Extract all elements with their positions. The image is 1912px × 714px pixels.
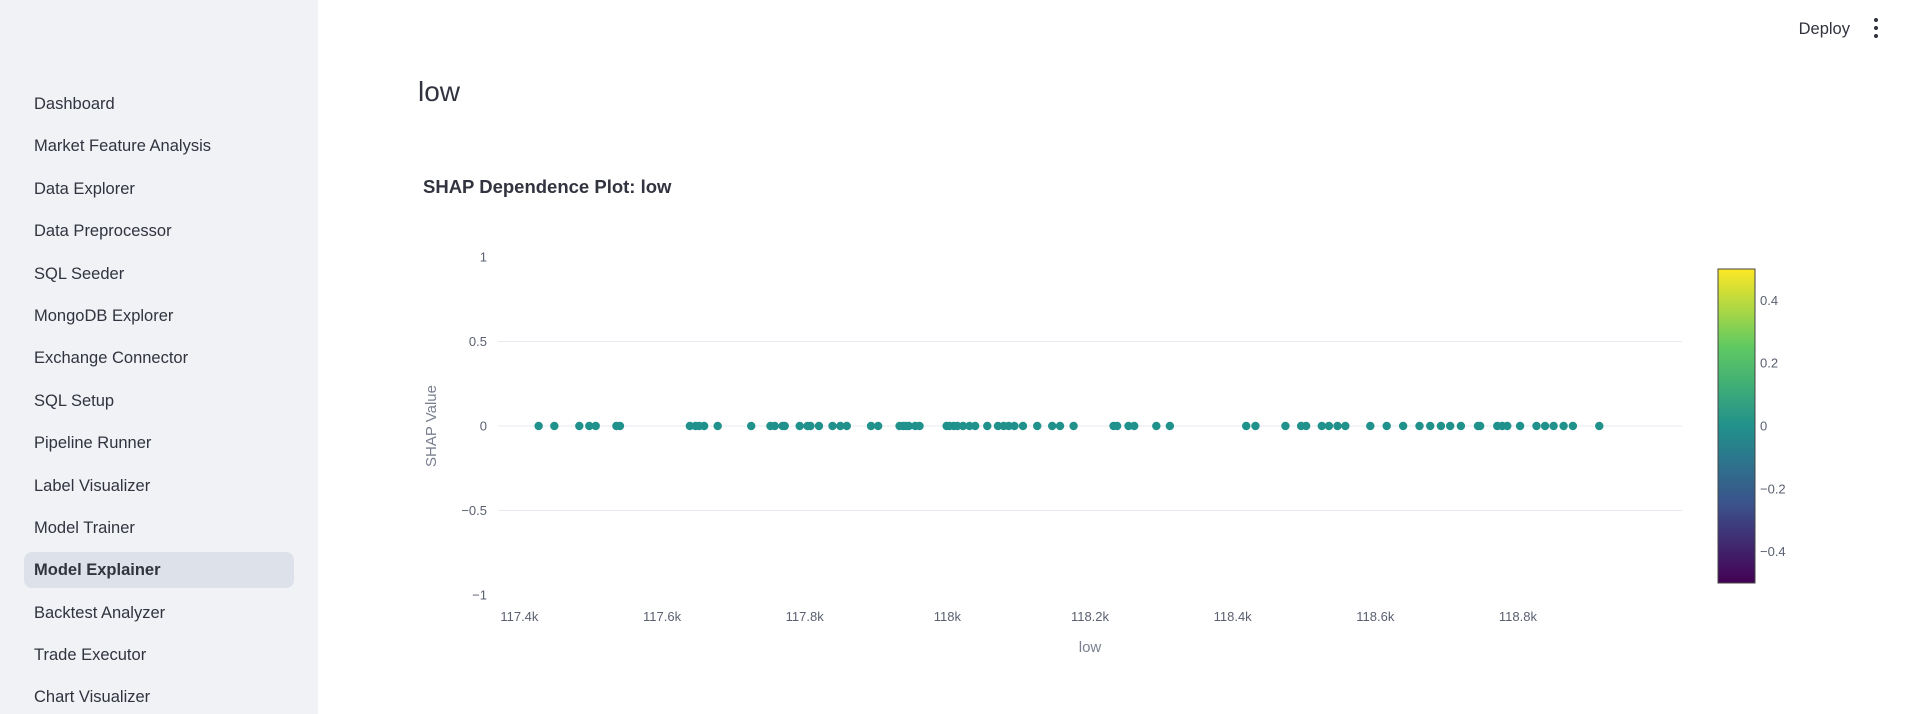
y-tick-label: 0 xyxy=(480,419,487,434)
colorbar-tick-label: 0.4 xyxy=(1760,293,1778,308)
y-tick-label: −0.5 xyxy=(461,503,487,518)
x-tick-label: 118.4k xyxy=(1214,609,1253,624)
data-point xyxy=(534,421,543,431)
data-point xyxy=(615,421,625,431)
data-point xyxy=(1382,421,1391,431)
data-point xyxy=(795,421,804,431)
data-point xyxy=(842,421,851,431)
data-point xyxy=(1130,421,1139,431)
y-tick-label: 0.5 xyxy=(469,334,487,349)
data-point xyxy=(1475,421,1485,431)
data-point xyxy=(1341,421,1350,431)
data-point xyxy=(1426,421,1435,431)
data-point xyxy=(1436,421,1446,431)
data-point xyxy=(1152,421,1161,431)
x-tick-label: 117.8k xyxy=(786,609,825,624)
data-point xyxy=(780,421,789,431)
x-tick-label: 118.2k xyxy=(1071,609,1110,624)
data-point xyxy=(1018,421,1028,431)
data-point xyxy=(770,421,779,431)
data-point xyxy=(983,421,992,431)
data-point xyxy=(1532,421,1541,431)
data-point xyxy=(915,421,924,431)
data-point xyxy=(1515,421,1525,431)
data-point xyxy=(970,421,980,431)
x-tick-label: 118.6k xyxy=(1356,609,1395,624)
data-point xyxy=(1415,421,1424,431)
colorbar-tick-label: −0.2 xyxy=(1760,481,1786,496)
data-point xyxy=(1445,421,1455,431)
colorbar-tick-label: −0.4 xyxy=(1760,544,1786,559)
data-point xyxy=(1281,421,1290,431)
data-point xyxy=(1456,421,1466,431)
data-point xyxy=(1047,421,1057,431)
y-tick-label: 1 xyxy=(480,250,487,265)
data-point xyxy=(1324,421,1334,431)
data-point xyxy=(1540,421,1550,431)
data-point xyxy=(1398,421,1408,431)
data-point xyxy=(814,421,824,431)
data-point xyxy=(1251,421,1260,431)
x-tick-label: 117.4k xyxy=(500,609,539,624)
data-point xyxy=(1033,421,1042,431)
data-point xyxy=(1055,421,1065,431)
data-point xyxy=(1333,421,1342,431)
data-point xyxy=(1366,421,1375,431)
data-point xyxy=(1112,421,1122,431)
data-point xyxy=(1165,421,1175,431)
data-point xyxy=(1568,421,1578,431)
colorbar-tick-label: 0 xyxy=(1760,419,1767,434)
data-point xyxy=(1595,421,1604,431)
colorbar-tick-label: 0.2 xyxy=(1760,356,1778,371)
data-point xyxy=(575,421,584,431)
data-point xyxy=(1301,421,1311,431)
data-point xyxy=(873,421,883,431)
data-point xyxy=(747,421,756,431)
colorbar xyxy=(1717,268,1756,584)
shap-dependence-chart: 1 0.5 0 −0.5 −1 117.4k 117.6k 117.8k 118k 118.2k… xyxy=(423,250,1786,657)
data-point xyxy=(699,421,709,431)
data-point xyxy=(1242,421,1251,431)
data-point xyxy=(1549,421,1558,431)
y-axis-title: SHAP Value xyxy=(423,385,440,467)
x-tick-label: 117.6k xyxy=(643,609,682,624)
data-point xyxy=(806,421,815,431)
x-axis-title: low xyxy=(1079,639,1102,656)
data-point xyxy=(550,421,559,431)
x-tick-label: 118.8k xyxy=(1499,609,1538,624)
y-tick-label: −1 xyxy=(472,588,487,603)
data-point xyxy=(1010,421,1019,431)
x-tick-label: 118k xyxy=(934,609,962,624)
data-point xyxy=(1503,421,1512,431)
data-point xyxy=(1069,421,1078,431)
data-point xyxy=(713,421,722,431)
data-point xyxy=(828,421,837,431)
data-point xyxy=(591,421,600,431)
data-point xyxy=(1559,421,1568,431)
